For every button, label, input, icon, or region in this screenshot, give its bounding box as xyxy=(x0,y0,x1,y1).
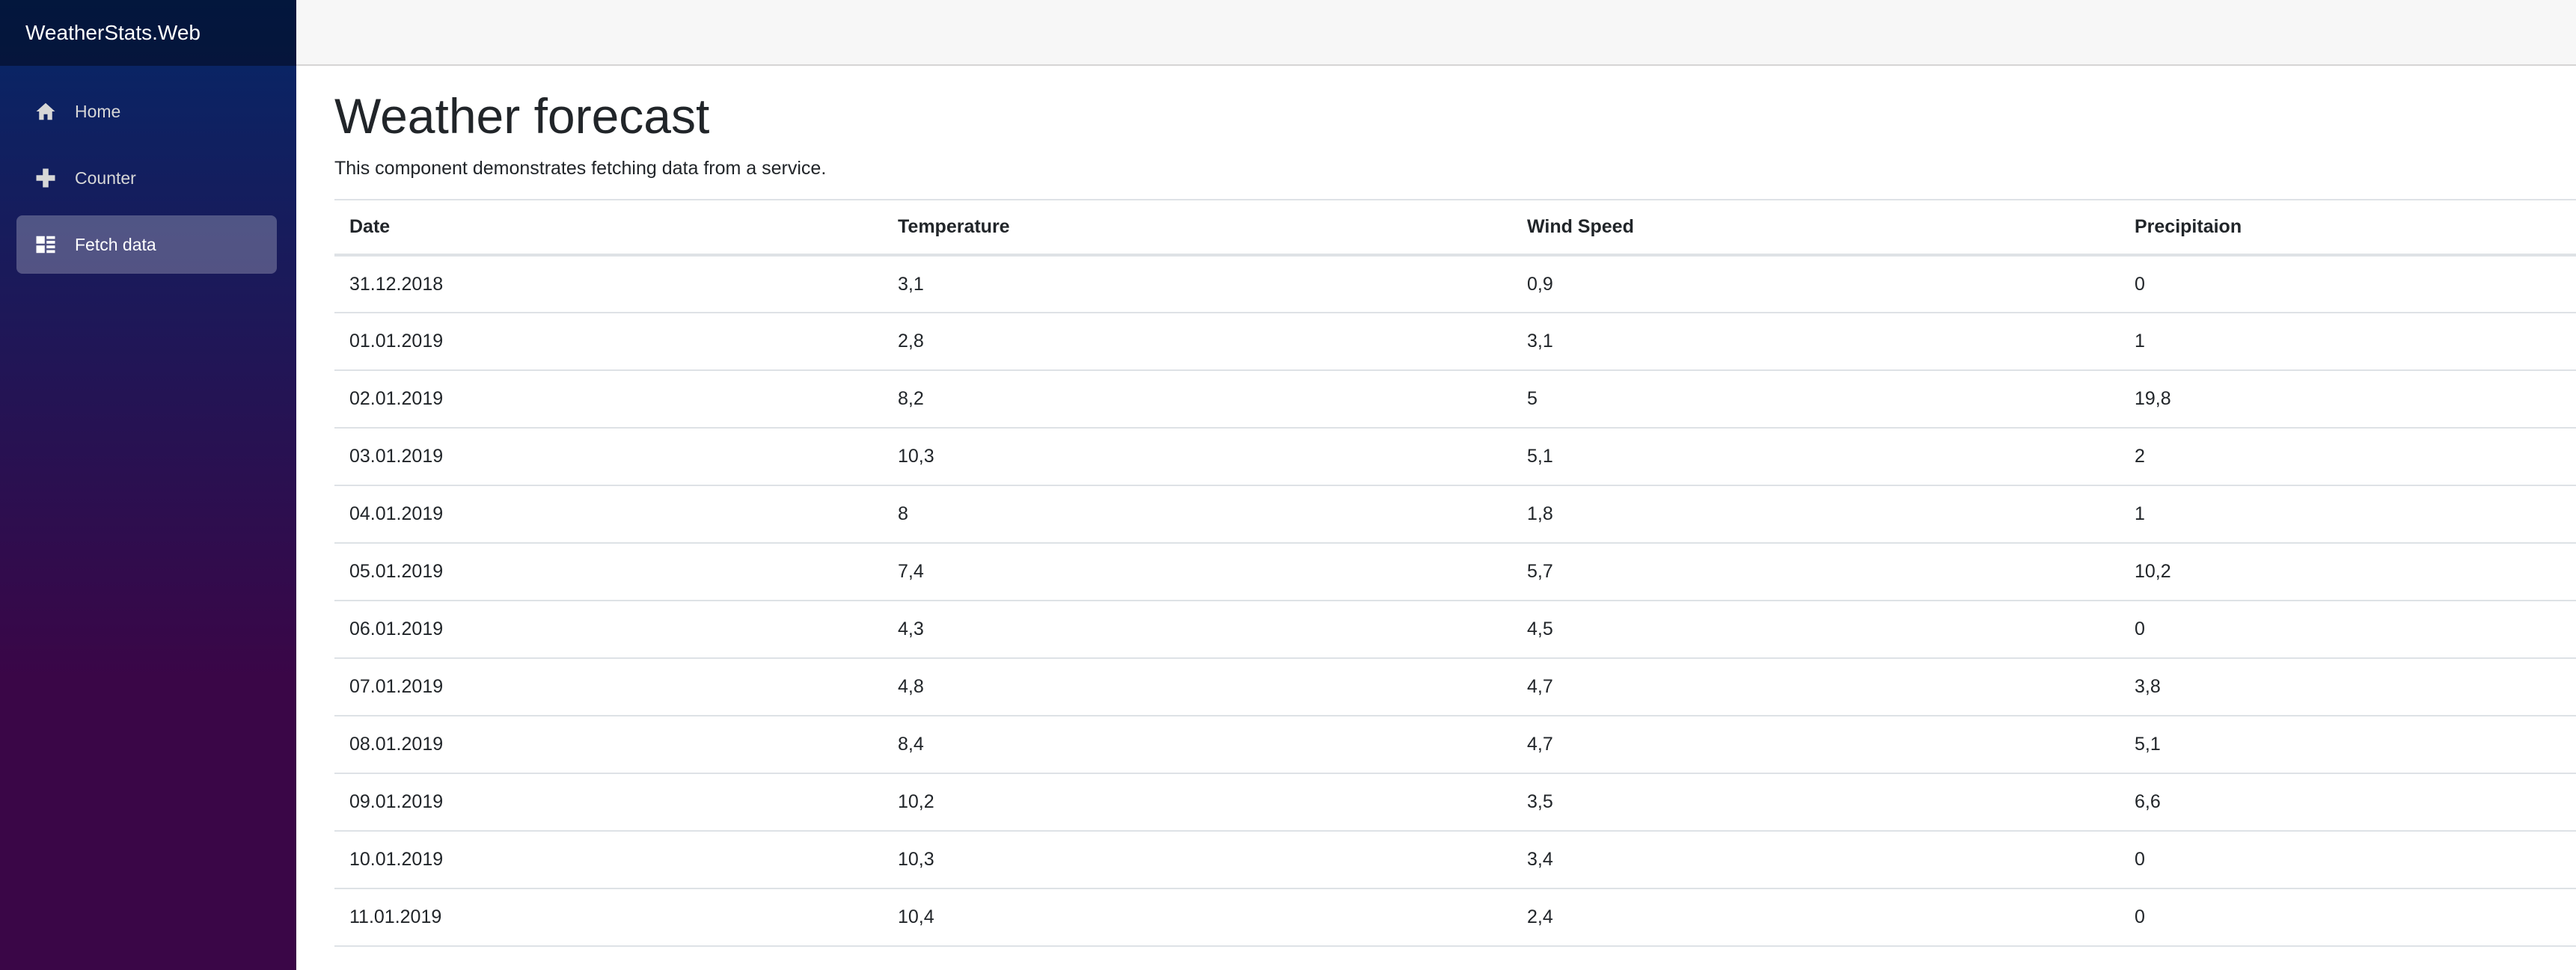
cell-date: 02.01.2019 xyxy=(334,370,883,429)
nav-item-fetch-data[interactable]: Fetch data xyxy=(16,215,277,274)
table-row: 10.01.2019 10,3 3,4 0 xyxy=(334,831,2576,890)
cell-precipitation: 2 xyxy=(2120,428,2576,487)
cell-precipitation: 0 xyxy=(2120,831,2576,890)
table-row: 01.01.2019 2,8 3,1 1 xyxy=(334,313,2576,372)
cell-precipitation: 1 xyxy=(2120,485,2576,544)
cell-precipitation: 10,2 xyxy=(2120,543,2576,602)
cell-wind-speed: 5,1 xyxy=(1512,428,2120,487)
cell-precipitation: 5,1 xyxy=(2120,716,2576,775)
table-header-row: Date Temperature Wind Speed Precipitaion xyxy=(334,199,2576,257)
cell-wind-speed: 3,4 xyxy=(1512,831,2120,890)
nav-item-label: Home xyxy=(75,101,121,121)
cell-precipitation: 1 xyxy=(2120,313,2576,372)
table-row: 11.01.2019 10,4 2,4 0 xyxy=(334,888,2576,948)
plus-icon xyxy=(34,167,57,189)
nav-item-label: Counter xyxy=(75,168,136,188)
home-icon xyxy=(34,100,57,123)
brand-link[interactable]: WeatherStats.Web xyxy=(25,21,201,45)
top-row xyxy=(296,0,2576,66)
cell-precipitation: 6,6 xyxy=(2120,773,2576,832)
app-window: WeatherStats.Web Home Counter Fetch data… xyxy=(0,0,2576,970)
table-row: 09.01.2019 10,2 3,5 6,6 xyxy=(334,773,2576,832)
table-row: 08.01.2019 8,4 4,7 5,1 xyxy=(334,716,2576,775)
table-row: 04.01.2019 8 1,8 1 xyxy=(334,485,2576,544)
cell-date: 01.01.2019 xyxy=(334,313,883,372)
header-wind-speed: Wind Speed xyxy=(1512,199,2120,257)
cell-temperature: 3,1 xyxy=(883,255,1512,314)
header-precipitation: Precipitaion xyxy=(2120,199,2576,257)
list-icon xyxy=(34,233,57,256)
cell-date: 04.01.2019 xyxy=(334,485,883,544)
sidebar: WeatherStats.Web Home Counter Fetch data xyxy=(0,0,296,970)
cell-date: 06.01.2019 xyxy=(334,601,883,660)
table-row: 02.01.2019 8,2 5 19,8 xyxy=(334,370,2576,429)
cell-precipitation: 19,8 xyxy=(2120,370,2576,429)
cell-temperature: 2,8 xyxy=(883,313,1512,372)
cell-wind-speed: 3,1 xyxy=(1512,313,2120,372)
cell-temperature: 10,3 xyxy=(883,831,1512,890)
header-date: Date xyxy=(334,199,883,257)
table-row: 03.01.2019 10,3 5,1 2 xyxy=(334,428,2576,487)
cell-wind-speed: 4,7 xyxy=(1512,658,2120,717)
cell-temperature: 4,3 xyxy=(883,601,1512,660)
brand-bar: WeatherStats.Web xyxy=(0,0,296,66)
cell-date: 10.01.2019 xyxy=(334,831,883,890)
cell-date: 07.01.2019 xyxy=(334,658,883,717)
cell-wind-speed: 2,4 xyxy=(1512,888,2120,948)
cell-precipitation: 0 xyxy=(2120,888,2576,948)
cell-temperature: 4,8 xyxy=(883,658,1512,717)
cell-date: 03.01.2019 xyxy=(334,428,883,487)
cell-date: 11.01.2019 xyxy=(334,888,883,948)
cell-temperature: 10,4 xyxy=(883,888,1512,948)
main-area: Weather forecast This component demonstr… xyxy=(296,0,2576,970)
cell-wind-speed: 4,5 xyxy=(1512,601,2120,660)
cell-temperature: 7,4 xyxy=(883,543,1512,602)
cell-date: 31.12.2018 xyxy=(334,255,883,314)
table-body: 31.12.2018 3,1 0,9 0 01.01.2019 2,8 3,1 1 02.01.… xyxy=(334,255,2576,948)
cell-wind-speed: 3,5 xyxy=(1512,773,2120,832)
cell-wind-speed: 0,9 xyxy=(1512,255,2120,314)
cell-wind-speed: 1,8 xyxy=(1512,485,2120,544)
page-title: Weather forecast xyxy=(334,88,710,144)
table-row: 31.12.2018 3,1 0,9 0 xyxy=(334,255,2576,314)
forecast-table: Date Temperature Wind Speed Precipitaion… xyxy=(334,199,2576,948)
cell-wind-speed: 5,7 xyxy=(1512,543,2120,602)
header-temperature: Temperature xyxy=(883,199,1512,257)
cell-date: 09.01.2019 xyxy=(334,773,883,832)
cell-temperature: 8,4 xyxy=(883,716,1512,775)
nav-item-label: Fetch data xyxy=(75,234,156,254)
cell-precipitation: 0 xyxy=(2120,255,2576,314)
cell-wind-speed: 4,7 xyxy=(1512,716,2120,775)
table-row: 07.01.2019 4,8 4,7 3,8 xyxy=(334,658,2576,717)
page-description: This component demonstrates fetching dat… xyxy=(334,158,827,179)
cell-temperature: 10,2 xyxy=(883,773,1512,832)
cell-wind-speed: 5 xyxy=(1512,370,2120,429)
nav-item-counter[interactable]: Counter xyxy=(16,149,277,207)
table-row: 05.01.2019 7,4 5,7 10,2 xyxy=(334,543,2576,602)
table-row: 06.01.2019 4,3 4,5 0 xyxy=(334,601,2576,660)
cell-precipitation: 3,8 xyxy=(2120,658,2576,717)
cell-temperature: 8 xyxy=(883,485,1512,544)
cell-date: 08.01.2019 xyxy=(334,716,883,775)
content: Weather forecast This component demonstr… xyxy=(296,66,2576,948)
cell-temperature: 8,2 xyxy=(883,370,1512,429)
nav-item-home[interactable]: Home xyxy=(16,82,277,141)
cell-temperature: 10,3 xyxy=(883,428,1512,487)
cell-precipitation: 0 xyxy=(2120,601,2576,660)
nav-menu: Home Counter Fetch data xyxy=(0,66,296,274)
cell-date: 05.01.2019 xyxy=(334,543,883,602)
